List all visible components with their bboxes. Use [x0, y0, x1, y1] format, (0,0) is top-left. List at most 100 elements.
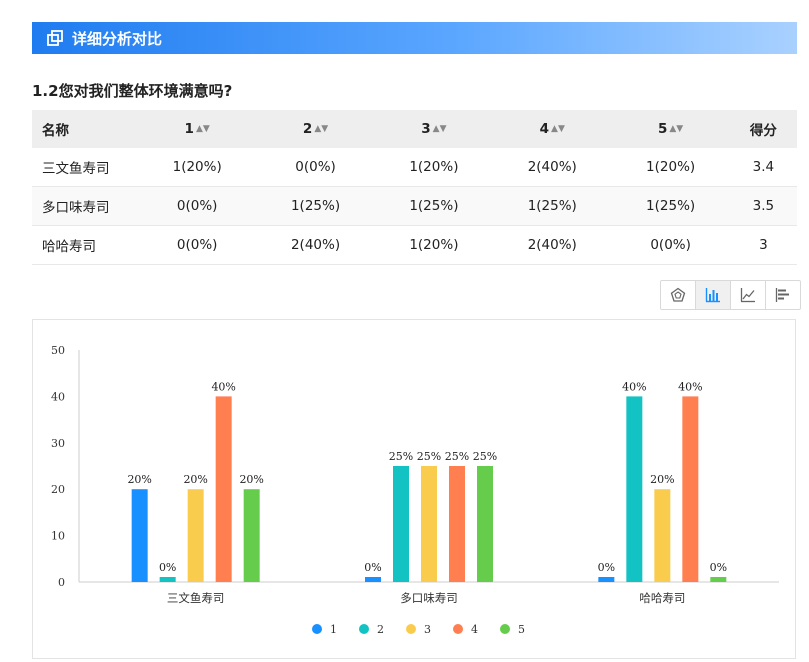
y-tick-label: 50: [51, 344, 65, 357]
table-cell: 2(40%): [493, 225, 612, 265]
col-header-1[interactable]: 1 ▲▼: [138, 110, 257, 148]
sort-icon[interactable]: ▲▼: [551, 124, 565, 134]
col-header-label: 4: [539, 121, 550, 137]
sort-icon[interactable]: ▲▼: [669, 124, 683, 134]
data-label: 20%: [239, 473, 263, 486]
bar: [365, 577, 381, 582]
table-row: 哈哈寿司 0(0%) 2(40%) 1(20%) 2(40%) 0(0%) 3: [32, 225, 797, 265]
legend-label: 1: [330, 623, 337, 636]
table-cell: 2(40%): [256, 225, 375, 265]
table-cell: 0(0%): [138, 186, 257, 226]
section-title: 详细分析对比: [72, 29, 163, 48]
bar-chart-button[interactable]: [696, 281, 731, 309]
table-cell: 1(20%): [611, 148, 730, 187]
data-label: 25%: [417, 450, 441, 463]
data-label: 20%: [650, 473, 674, 486]
radar-chart-button[interactable]: [661, 281, 696, 309]
y-tick-label: 30: [51, 437, 65, 450]
legend-label: 2: [377, 623, 384, 636]
table-cell: 1(25%): [374, 186, 494, 226]
legend-marker: [453, 624, 463, 634]
x-tick-label: 三文鱼寿司: [167, 591, 225, 605]
data-label: 0%: [710, 561, 727, 574]
col-header-3[interactable]: 3 ▲▼: [374, 110, 494, 148]
chart-type-toolbar: [660, 280, 801, 310]
bar-chart-icon: [705, 288, 720, 303]
y-tick-label: 10: [51, 530, 65, 543]
data-label: 25%: [389, 450, 413, 463]
col-header-label: 3: [421, 121, 431, 137]
data-label: 25%: [445, 450, 469, 463]
table-cell: 1(20%): [374, 148, 494, 187]
table-row: 三文鱼寿司 1(20%) 0(0%) 1(20%) 2(40%) 1(20%) …: [32, 148, 797, 187]
chart-container: 0 10 20 30 40 50 三文鱼寿司 20% 0% 20% 40% 20% 多口味寿司 0% 25%…: [32, 319, 796, 659]
data-label: 20%: [183, 473, 207, 486]
row-score: 3: [729, 225, 797, 265]
table-cell: 1(20%): [374, 225, 494, 265]
table-cell: 0(0%): [138, 225, 257, 265]
table-cell: 0(0%): [611, 225, 730, 265]
table-cell: 1(20%): [138, 148, 257, 187]
x-tick-label: 哈哈寿司: [639, 591, 685, 605]
bar: [710, 577, 727, 582]
bar: [215, 396, 232, 582]
legend-marker: [406, 624, 416, 634]
col-header-4[interactable]: 4 ▲▼: [493, 110, 612, 148]
bar: [626, 396, 643, 582]
legend-marker: [312, 624, 322, 634]
col-header-label: 1: [184, 121, 194, 137]
row-name: 哈哈寿司: [32, 225, 138, 265]
bar: [682, 396, 699, 582]
bar: [654, 489, 671, 582]
table-row: 多口味寿司 0(0%) 1(25%) 1(25%) 1(25%) 1(25%) …: [32, 186, 797, 226]
data-label: 0%: [364, 561, 381, 574]
col-header-2[interactable]: 2 ▲▼: [256, 110, 375, 148]
row-name: 三文鱼寿司: [32, 148, 138, 187]
sort-icon[interactable]: ▲▼: [314, 124, 328, 134]
question-title: 1.2您对我们整体环境满意吗?: [32, 82, 233, 100]
bar: [449, 466, 465, 582]
radar-chart-icon: [670, 287, 686, 302]
data-label: 0%: [598, 561, 615, 574]
data-label: 40%: [678, 380, 702, 393]
bar: [598, 577, 615, 582]
bar: [393, 466, 409, 582]
col-header-label: 5: [657, 121, 668, 137]
y-tick-label: 0: [58, 576, 65, 589]
bar-chart: 01020304050三文鱼寿司20%0%20%40%20%多口味寿司0%25%…: [51, 344, 779, 636]
bar: [187, 489, 204, 582]
col-header-5[interactable]: 5 ▲▼: [611, 110, 730, 148]
sort-icon[interactable]: ▲▼: [433, 124, 447, 134]
results-table: 名称 1 ▲▼ 2 ▲▼ 3 ▲▼ 4 ▲▼ 5 ▲▼ 得分 三文鱼寿司 1(20%) 0…: [32, 110, 797, 265]
horizontal-bar-chart-button[interactable]: [766, 281, 800, 309]
legend-label: 5: [518, 623, 525, 636]
y-tick-label: 20: [51, 483, 65, 496]
table-cell: 1(25%): [493, 186, 612, 226]
legend-label: 3: [424, 623, 431, 636]
y-tick-label: 40: [51, 390, 65, 403]
legend-marker: [359, 624, 369, 634]
table-cell: 1(25%): [256, 186, 375, 226]
bar: [159, 577, 176, 582]
data-label: 20%: [127, 473, 151, 486]
data-label: 40%: [211, 380, 235, 393]
horizontal-bar-chart-icon: [775, 288, 789, 302]
row-score: 3.4: [729, 148, 797, 187]
x-tick-label: 多口味寿司: [400, 591, 458, 605]
line-chart-button[interactable]: [731, 281, 766, 309]
legend-marker: [500, 624, 510, 634]
section-header: 详细分析对比: [32, 22, 797, 54]
table-header-row: 名称 1 ▲▼ 2 ▲▼ 3 ▲▼ 4 ▲▼ 5 ▲▼ 得分: [32, 110, 797, 148]
legend-label: 4: [471, 623, 478, 636]
table-cell: 1(25%): [611, 186, 730, 226]
row-name: 多口味寿司: [32, 186, 138, 226]
col-header-score: 得分: [729, 110, 797, 148]
bar: [477, 466, 493, 582]
sort-icon[interactable]: ▲▼: [196, 124, 210, 134]
compare-icon: [47, 30, 63, 46]
bar: [421, 466, 437, 582]
data-label: 40%: [622, 380, 646, 393]
data-label: 0%: [159, 561, 176, 574]
line-chart-icon: [740, 288, 755, 303]
col-header-label: 2: [302, 121, 313, 137]
